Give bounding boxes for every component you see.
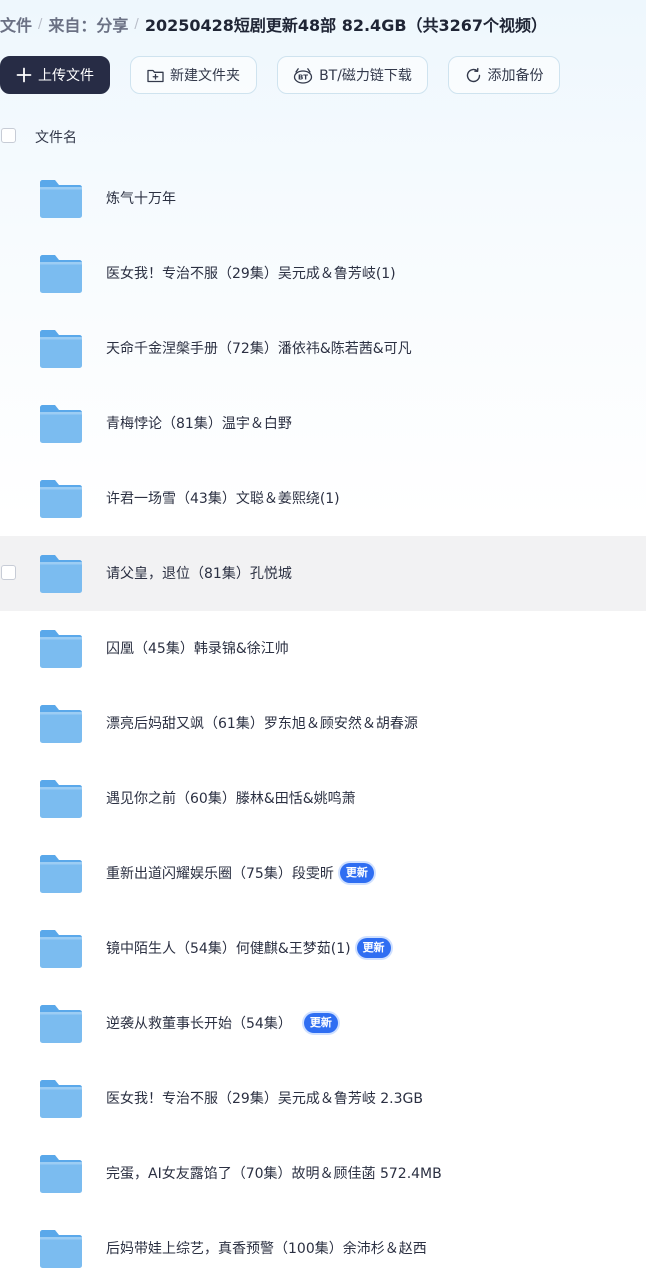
bt-download-button[interactable]: BT BT/磁力链下载 xyxy=(277,56,428,94)
breadcrumb-separator: / xyxy=(134,16,139,32)
folder-name-cell[interactable]: 囚凰（45集）韩录锦&徐江帅 xyxy=(106,638,289,658)
folder-icon xyxy=(38,703,84,745)
folder-row[interactable]: 医女我！专治不服（29集）吴元成＆鲁芳岐 2.3GB xyxy=(0,1061,646,1136)
breadcrumb-current-folder: 20250428短剧更新48部 82.4GB（共3267个视频） xyxy=(144,16,548,35)
update-badge: 更新 xyxy=(339,863,374,883)
folder-name-cell[interactable]: 天命千金涅槃手册（72集）潘依祎&陈若茜&可凡 xyxy=(106,338,412,358)
new-folder-button-label: 新建文件夹 xyxy=(170,68,240,84)
folder-row[interactable]: 重新出道闪耀娱乐圈（75集）段雯昕 更新 xyxy=(0,836,646,911)
folder-name: 完蛋，AI女友露馅了（70集）故明＆顾佳菡 572.4MB xyxy=(106,1166,442,1182)
folder-name-cell[interactable]: 完蛋，AI女友露馅了（70集）故明＆顾佳菡 572.4MB xyxy=(106,1163,442,1183)
folder-name-cell[interactable]: 青梅悖论（81集）温宇＆白野 xyxy=(106,413,292,433)
folder-row[interactable]: 完蛋，AI女友露馅了（70集）故明＆顾佳菡 572.4MB xyxy=(0,1136,646,1211)
folder-row[interactable]: 炼气十万年 xyxy=(0,161,646,236)
folder-name: 重新出道闪耀娱乐圈（75集）段雯昕 xyxy=(106,866,334,882)
folder-row[interactable]: 许君一场雪（43集）文聪＆姜熙绕(1) xyxy=(0,461,646,536)
folder-icon xyxy=(38,628,84,670)
folder-icon xyxy=(38,1003,84,1045)
folder-row[interactable]: 后妈带娃上综艺，真香预警（100集）余沛杉＆赵西 xyxy=(0,1211,646,1286)
folder-name: 炼气十万年 xyxy=(106,191,176,207)
folder-icon xyxy=(38,1228,84,1270)
folder-name: 医女我！专治不服（29集）吴元成＆鲁芳岐(1) xyxy=(106,266,396,282)
folder-name: 许君一场雪（43集）文聪＆姜熙绕(1) xyxy=(106,491,340,507)
breadcrumb-shared[interactable]: 来自：分享 xyxy=(48,12,128,36)
folder-icon xyxy=(38,853,84,895)
folder-name: 囚凰（45集）韩录锦&徐江帅 xyxy=(106,641,289,657)
folder-row[interactable]: 青梅悖论（81集）温宇＆白野 xyxy=(0,386,646,461)
folder-icon xyxy=(38,778,84,820)
folder-name: 医女我！专治不服（29集）吴元成＆鲁芳岐 2.3GB xyxy=(106,1091,423,1107)
bt-icon: BT xyxy=(293,67,313,84)
folder-plus-icon xyxy=(147,68,164,83)
folder-name-cell[interactable]: 医女我！专治不服（29集）吴元成＆鲁芳岐(1) xyxy=(106,263,396,283)
plus-icon xyxy=(16,67,32,83)
bt-download-button-label: BT/磁力链下载 xyxy=(319,68,412,84)
filename-column-header[interactable]: 文件名 xyxy=(35,127,77,147)
folder-name: 逆袭从救董事长开始（54集） xyxy=(106,1016,292,1032)
add-backup-button-label: 添加备份 xyxy=(487,68,544,84)
folder-icon xyxy=(38,1153,84,1195)
breadcrumb: 文件 / 来自：分享 / 20250428短剧更新48部 82.4GB（共326… xyxy=(0,12,547,36)
folder-icon xyxy=(38,1078,84,1120)
folder-name-cell[interactable]: 镜中陌生人（54集）何健麒&王梦茹(1) 更新 xyxy=(106,938,391,958)
select-all-checkbox[interactable] xyxy=(1,128,16,143)
folder-icon xyxy=(38,253,84,295)
folder-name-cell[interactable]: 许君一场雪（43集）文聪＆姜熙绕(1) xyxy=(106,488,340,508)
folder-name-cell[interactable]: 逆袭从救董事长开始（54集） 更新 xyxy=(106,1013,338,1033)
folder-name-cell[interactable]: 漂亮后妈甜又飒（61集）罗东旭＆顾安然＆胡春源 xyxy=(106,713,418,733)
folder-name: 天命千金涅槃手册（72集）潘依祎&陈若茜&可凡 xyxy=(106,341,412,357)
folder-name-cell[interactable]: 遇见你之前（60集）滕林&田恬&姚鸣萧 xyxy=(106,788,356,808)
folder-row[interactable]: 囚凰（45集）韩录锦&徐江帅 xyxy=(0,611,646,686)
upload-button-label: 上传文件 xyxy=(38,68,94,84)
folder-name: 镜中陌生人（54集）何健麒&王梦茹(1) xyxy=(106,941,351,957)
folder-icon xyxy=(38,553,84,595)
folder-icon xyxy=(38,478,84,520)
folder-name: 后妈带娃上综艺，真香预警（100集）余沛杉＆赵西 xyxy=(106,1241,427,1257)
folder-icon xyxy=(38,178,84,220)
folder-name: 漂亮后妈甜又飒（61集）罗东旭＆顾安然＆胡春源 xyxy=(106,716,418,732)
file-list-header: 文件名 xyxy=(0,120,646,154)
svg-text:BT: BT xyxy=(298,73,308,81)
upload-button[interactable]: 上传文件 xyxy=(0,56,110,94)
update-badge: 更新 xyxy=(303,1013,338,1033)
folder-row[interactable]: 天命千金涅槃手册（72集）潘依祎&陈若茜&可凡 xyxy=(0,311,646,386)
folder-name: 青梅悖论（81集）温宇＆白野 xyxy=(106,416,292,432)
folder-row[interactable]: 遇见你之前（60集）滕林&田恬&姚鸣萧 xyxy=(0,761,646,836)
folder-name-cell[interactable]: 后妈带娃上综艺，真香预警（100集）余沛杉＆赵西 xyxy=(106,1238,427,1258)
file-list: 炼气十万年医女我！专治不服（29集）吴元成＆鲁芳岐(1) 天命千金涅槃手册（72集… xyxy=(0,161,646,1286)
folder-icon xyxy=(38,328,84,370)
add-backup-button[interactable]: 添加备份 xyxy=(448,56,560,94)
folder-name-cell[interactable]: 医女我！专治不服（29集）吴元成＆鲁芳岐 2.3GB xyxy=(106,1088,423,1108)
breadcrumb-files[interactable]: 文件 xyxy=(0,12,32,36)
update-badge: 更新 xyxy=(356,938,391,958)
folder-name: 请父皇，退位（81集）孔悦城 xyxy=(106,566,292,582)
folder-row[interactable]: 镜中陌生人（54集）何健麒&王梦茹(1) 更新 xyxy=(0,911,646,986)
folder-name-cell[interactable]: 重新出道闪耀娱乐圈（75集）段雯昕 更新 xyxy=(106,863,374,883)
folder-name-cell[interactable]: 炼气十万年 xyxy=(106,188,176,208)
folder-name-cell[interactable]: 请父皇，退位（81集）孔悦城 xyxy=(106,563,292,583)
folder-row[interactable]: 逆袭从救董事长开始（54集） 更新 xyxy=(0,986,646,1061)
breadcrumb-separator: / xyxy=(38,16,43,32)
folder-row[interactable]: 医女我！专治不服（29集）吴元成＆鲁芳岐(1) xyxy=(0,236,646,311)
new-folder-button[interactable]: 新建文件夹 xyxy=(130,56,257,94)
row-checkbox[interactable] xyxy=(1,565,16,580)
folder-name: 遇见你之前（60集）滕林&田恬&姚鸣萧 xyxy=(106,791,356,807)
refresh-icon xyxy=(465,67,482,84)
folder-icon xyxy=(38,928,84,970)
folder-icon xyxy=(38,403,84,445)
folder-row[interactable]: 漂亮后妈甜又飒（61集）罗东旭＆顾安然＆胡春源 xyxy=(0,686,646,761)
folder-row[interactable]: 请父皇，退位（81集）孔悦城 xyxy=(0,536,646,611)
